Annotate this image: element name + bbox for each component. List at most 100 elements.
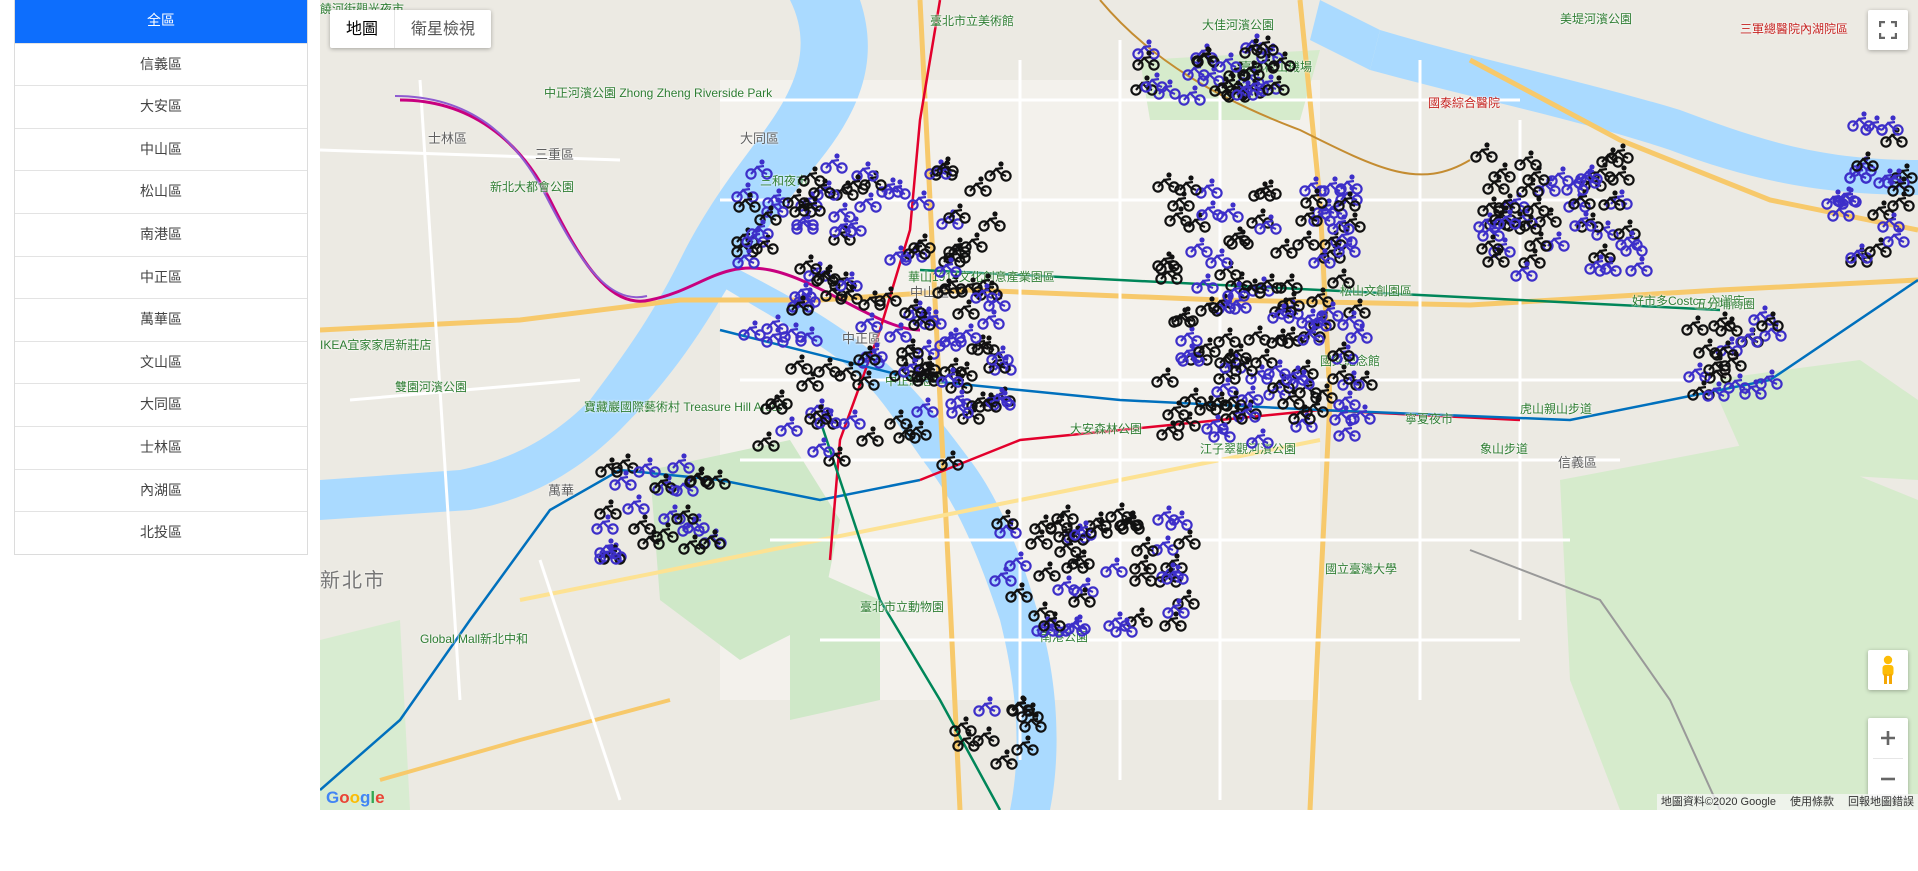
district-item-zhongzheng[interactable]: 中正區 bbox=[15, 255, 307, 299]
report-error-link[interactable]: 回報地圖錯誤 bbox=[1848, 794, 1914, 810]
bike-station-icon[interactable] bbox=[985, 344, 1014, 367]
bike-station-icon[interactable] bbox=[1326, 340, 1355, 363]
bike-station-icon[interactable] bbox=[1170, 305, 1199, 328]
bike-station-icon[interactable] bbox=[1161, 399, 1190, 421]
bike-station-icon[interactable] bbox=[883, 321, 912, 343]
bike-station-icon[interactable] bbox=[1296, 307, 1324, 329]
bike-station-icon[interactable] bbox=[1851, 150, 1879, 173]
bike-station-icon[interactable] bbox=[637, 528, 665, 550]
bike-station-icon[interactable] bbox=[1510, 260, 1538, 282]
bike-station-icon[interactable] bbox=[1268, 50, 1296, 72]
bike-station-icon[interactable] bbox=[989, 565, 1017, 587]
district-item-shilin[interactable]: 士林區 bbox=[15, 425, 307, 469]
bike-station-icon[interactable] bbox=[738, 319, 766, 341]
bike-station-icon[interactable] bbox=[1214, 51, 1243, 73]
bike-station-icon[interactable] bbox=[1174, 174, 1202, 196]
bike-station-icon[interactable] bbox=[946, 397, 974, 419]
bike-station-icon[interactable] bbox=[1681, 314, 1709, 336]
bike-station-icon[interactable] bbox=[1493, 208, 1522, 230]
bike-station-icon[interactable] bbox=[1208, 421, 1236, 443]
bike-station-icon[interactable] bbox=[913, 354, 941, 376]
bike-station-icon[interactable] bbox=[1735, 326, 1764, 349]
bike-station-icon[interactable] bbox=[970, 282, 999, 304]
bike-station-icon[interactable] bbox=[806, 436, 835, 458]
bike-station-icon[interactable] bbox=[1598, 189, 1627, 211]
bike-station-icon[interactable] bbox=[1703, 354, 1731, 376]
bike-station-icon[interactable] bbox=[1596, 146, 1624, 169]
bike-station-icon[interactable] bbox=[1011, 734, 1039, 756]
bike-station-icon[interactable] bbox=[1887, 190, 1915, 212]
district-item-neihu[interactable]: 內湖區 bbox=[15, 468, 307, 512]
bike-station-icon[interactable] bbox=[1482, 173, 1510, 195]
bike-station-icon[interactable] bbox=[883, 244, 912, 266]
bike-station-icon[interactable] bbox=[808, 177, 836, 200]
bike-station-icon[interactable] bbox=[1239, 37, 1267, 59]
bike-station-icon[interactable] bbox=[1246, 427, 1274, 449]
bike-station-icon[interactable] bbox=[1327, 363, 1356, 385]
map-type-satellite-button[interactable]: 衛星檢視 bbox=[395, 10, 491, 48]
terms-link[interactable]: 使用條款 bbox=[1790, 794, 1834, 810]
bike-station-icon[interactable] bbox=[1117, 513, 1145, 535]
bike-station-icon[interactable] bbox=[1129, 565, 1157, 587]
bike-station-icon[interactable] bbox=[1194, 295, 1223, 318]
bike-station-icon[interactable] bbox=[697, 528, 726, 550]
bike-station-icon[interactable] bbox=[746, 218, 775, 240]
bike-station-icon[interactable] bbox=[1834, 186, 1862, 208]
bike-station-icon[interactable] bbox=[796, 370, 824, 392]
bike-station-icon[interactable] bbox=[829, 216, 857, 238]
bike-station-icon[interactable] bbox=[1333, 236, 1362, 258]
bike-station-icon[interactable] bbox=[1100, 556, 1129, 578]
bike-station-icon[interactable] bbox=[1702, 380, 1730, 402]
bike-station-icon[interactable] bbox=[1295, 205, 1324, 227]
bike-station-icon[interactable] bbox=[841, 173, 869, 195]
bike-station-icon[interactable] bbox=[1739, 378, 1767, 400]
bike-station-icon[interactable] bbox=[898, 297, 927, 319]
bike-station-icon[interactable] bbox=[1337, 309, 1366, 332]
map-type-roadmap-button[interactable]: 地圖 bbox=[330, 10, 394, 48]
bike-station-icon[interactable] bbox=[1173, 528, 1201, 550]
bike-station-icon[interactable] bbox=[1281, 364, 1309, 386]
bike-station-icon[interactable] bbox=[1308, 247, 1336, 269]
district-item-zhongshan[interactable]: 中山區 bbox=[15, 127, 307, 171]
district-item-songshan[interactable]: 松山區 bbox=[15, 170, 307, 213]
district-item-all[interactable]: 全區 bbox=[15, 0, 307, 43]
bike-station-icon[interactable] bbox=[795, 325, 823, 347]
bike-station-icon[interactable] bbox=[1615, 229, 1643, 251]
district-item-xinyi[interactable]: 信義區 bbox=[15, 42, 307, 86]
bike-station-icon[interactable] bbox=[765, 388, 793, 410]
bike-station-icon[interactable] bbox=[1178, 84, 1206, 107]
bike-station-icon[interactable] bbox=[1333, 190, 1361, 212]
bike-station-icon[interactable] bbox=[991, 508, 1020, 530]
district-item-wenshan[interactable]: 文山區 bbox=[15, 340, 307, 384]
bike-station-icon[interactable] bbox=[892, 422, 921, 444]
bike-station-icon[interactable] bbox=[939, 326, 967, 348]
bike-station-icon[interactable] bbox=[1132, 49, 1161, 71]
bike-station-icon[interactable] bbox=[1267, 302, 1296, 324]
bike-station-icon[interactable] bbox=[1333, 389, 1361, 411]
bike-station-icon[interactable] bbox=[1218, 389, 1247, 411]
bike-station-icon[interactable] bbox=[973, 391, 1002, 414]
bike-station-icon[interactable] bbox=[594, 543, 622, 566]
bike-station-icon[interactable] bbox=[1860, 114, 1888, 136]
bike-station-icon[interactable] bbox=[1160, 563, 1189, 585]
bike-station-icon[interactable] bbox=[1470, 141, 1498, 164]
map-canvas[interactable]: 士林區 大同區 三重區 中山區 中正區 萬華 信義區 新北市 臺北松山機場 臺北市立美術館 松山文創… bbox=[320, 0, 1918, 810]
bike-station-icon[interactable] bbox=[960, 231, 988, 253]
bike-station-icon[interactable] bbox=[1327, 267, 1355, 289]
bike-station-icon[interactable] bbox=[1583, 253, 1612, 275]
district-item-datong[interactable]: 大同區 bbox=[15, 383, 307, 426]
bike-station-icon[interactable] bbox=[936, 449, 964, 471]
bike-station-icon[interactable] bbox=[786, 294, 815, 317]
district-item-beitou[interactable]: 北投區 bbox=[15, 511, 307, 554]
bike-station-icon[interactable] bbox=[1221, 280, 1250, 302]
bike-station-icon[interactable] bbox=[1063, 613, 1091, 636]
district-item-wanhua[interactable]: 萬華區 bbox=[15, 298, 307, 341]
bike-station-icon[interactable] bbox=[1482, 246, 1510, 268]
bike-station-icon[interactable] bbox=[907, 189, 936, 211]
bike-station-icon[interactable] bbox=[1051, 503, 1079, 526]
bike-station-icon[interactable] bbox=[1254, 213, 1282, 235]
bike-station-icon[interactable] bbox=[978, 210, 1006, 233]
bike-station-icon[interactable] bbox=[1032, 560, 1061, 582]
bike-station-icon[interactable] bbox=[671, 503, 699, 525]
bike-station-icon[interactable] bbox=[1067, 586, 1096, 609]
